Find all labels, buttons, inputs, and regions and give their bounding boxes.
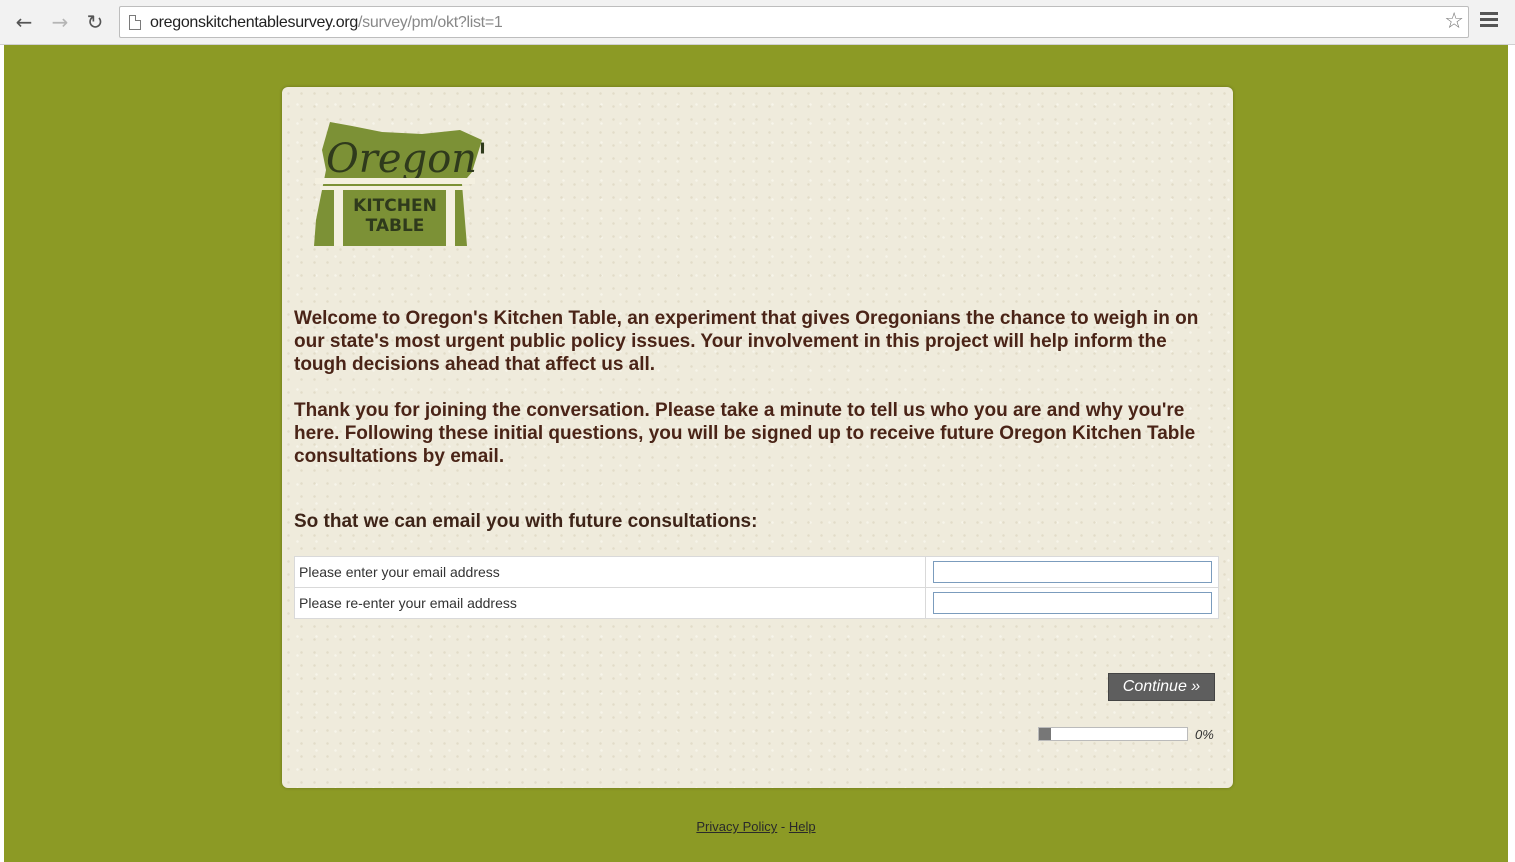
progress-percent: 0% bbox=[1195, 727, 1214, 742]
reload-icon[interactable]: ↻ bbox=[83, 10, 107, 34]
email-label: Please enter your email address bbox=[294, 556, 926, 588]
reenter-email-label: Please re-enter your email address bbox=[294, 587, 926, 619]
bookmark-star-icon[interactable]: ☆ bbox=[1444, 9, 1464, 34]
footer: Privacy Policy - Help bbox=[4, 819, 1508, 834]
logo-script-text: Oregon's bbox=[326, 136, 487, 182]
table-row: Please enter your email address bbox=[294, 556, 1219, 588]
url-text[interactable]: oregonskitchentablesurvey.org/survey/pm/… bbox=[150, 14, 503, 32]
privacy-policy-link[interactable]: Privacy Policy bbox=[696, 819, 777, 834]
url-host: oregonskitchentablesurvey.org bbox=[150, 14, 359, 31]
progress-bar-fill bbox=[1039, 728, 1051, 740]
email-form-table: Please enter your email address Please r… bbox=[294, 556, 1219, 619]
email-input-cell bbox=[925, 556, 1219, 588]
welcome-paragraph: Welcome to Oregon's Kitchen Table, an ex… bbox=[294, 308, 1199, 375]
progress-bar bbox=[1038, 727, 1188, 741]
oregons-kitchen-table-logo: Oregon's KITCHEN TABLE bbox=[314, 122, 487, 246]
page-background: Oregon's KITCHEN TABLE Welcome to Oregon… bbox=[4, 45, 1508, 862]
logo-table-text: TABLE bbox=[366, 216, 425, 236]
email-input[interactable] bbox=[933, 561, 1212, 583]
table-row: Please re-enter your email address bbox=[294, 587, 1219, 619]
footer-separator: - bbox=[777, 819, 789, 834]
survey-card: Oregon's KITCHEN TABLE Welcome to Oregon… bbox=[282, 87, 1233, 788]
browser-toolbar: ← → ↻ oregonskitchentablesurvey.org/surv… bbox=[0, 0, 1515, 45]
browser-menu-icon[interactable] bbox=[1480, 12, 1498, 30]
continue-button[interactable]: Continue » bbox=[1108, 673, 1215, 701]
email-section-heading: So that we can email you with future con… bbox=[294, 511, 758, 532]
url-path: /survey/pm/okt?list=1 bbox=[358, 14, 503, 31]
logo-kitchen-text: KITCHEN bbox=[353, 196, 437, 216]
page-icon bbox=[129, 15, 141, 30]
forward-arrow-icon[interactable]: → bbox=[48, 10, 72, 34]
reenter-email-input[interactable] bbox=[933, 592, 1212, 614]
address-bar[interactable]: oregonskitchentablesurvey.org/survey/pm/… bbox=[119, 6, 1469, 38]
thank-you-paragraph: Thank you for joining the conversation. … bbox=[294, 400, 1196, 467]
reenter-email-input-cell bbox=[925, 587, 1219, 619]
back-arrow-icon[interactable]: ← bbox=[12, 10, 36, 34]
help-link[interactable]: Help bbox=[789, 819, 816, 834]
